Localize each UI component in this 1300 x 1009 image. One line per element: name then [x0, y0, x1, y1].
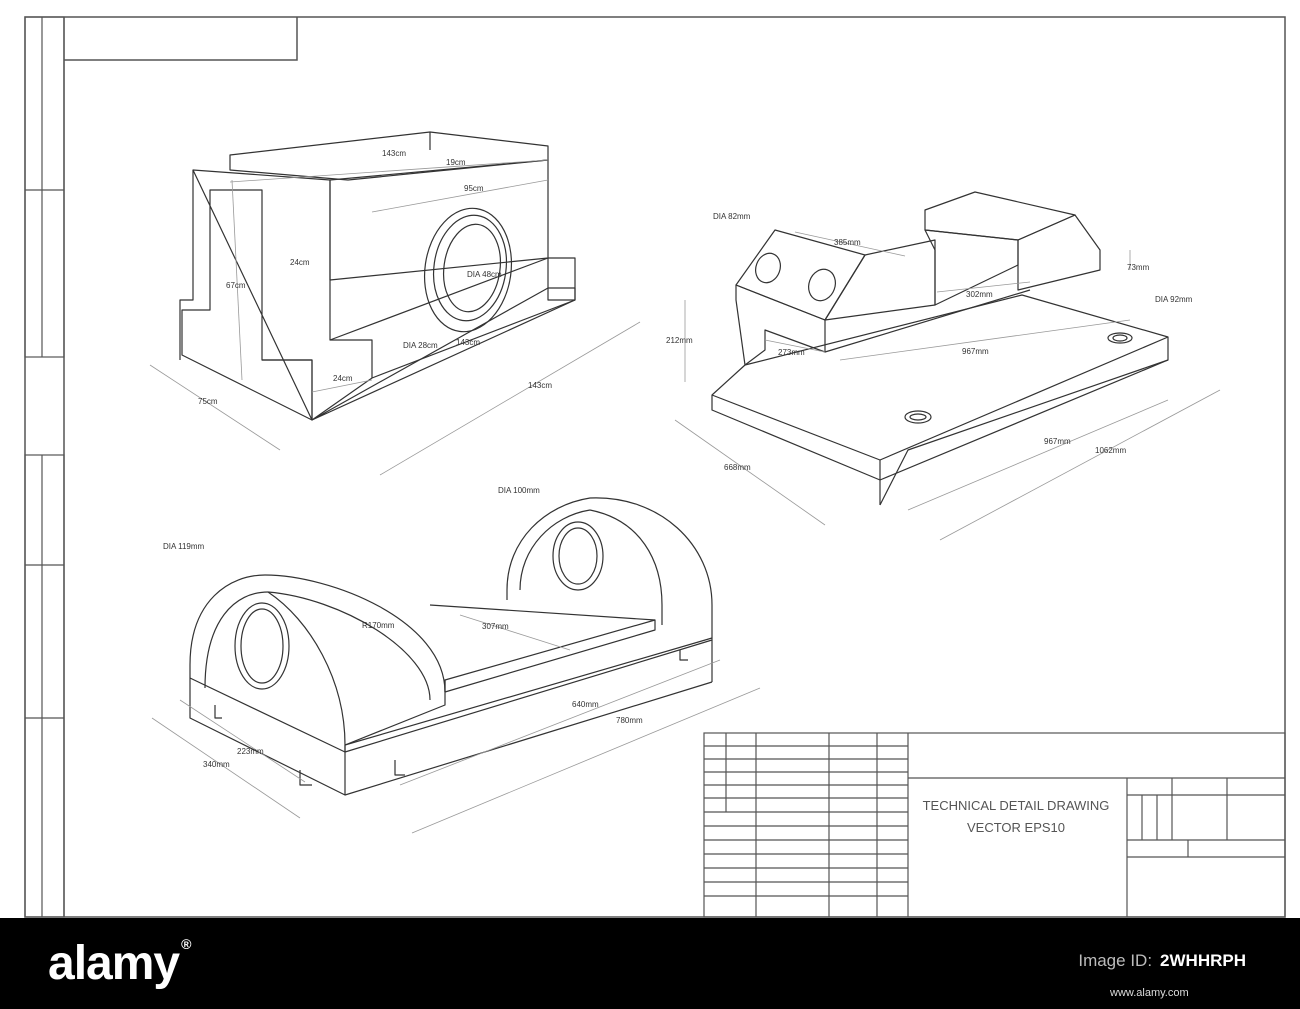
dim-cradle-depth: 340mm: [203, 760, 230, 769]
dim-cradle-radius: R170mm: [362, 621, 395, 630]
title-line-1: TECHNICAL DETAIL DRAWING: [923, 798, 1110, 813]
dim-vise-dia-left: DIA 82mm: [713, 212, 751, 221]
technical-drawing-sheet: 143cm 19cm 95cm 24cm 67cm DIA 48cm DIA 2…: [0, 0, 1300, 1009]
dim-vise-jaw-gap: 302mm: [966, 290, 993, 299]
dim-vise-height: 212mm: [666, 336, 693, 345]
dim-vise-slot: 273mm: [778, 348, 805, 357]
dim-bracket-bore: DIA 48cm: [467, 270, 502, 279]
dim-bracket-depth: 75cm: [198, 397, 218, 406]
dim-bracket-step: 24cm: [333, 374, 353, 383]
image-id-block: Image ID: 2WHHRPH: [1078, 951, 1246, 971]
site-url: www.alamy.com: [1110, 987, 1189, 999]
image-id-label: Image ID:: [1078, 951, 1153, 970]
dim-bracket-ring: DIA 28cm: [403, 341, 438, 350]
dim-vise-base-len: 967mm: [1044, 437, 1071, 446]
dim-bracket-top2: 19cm: [446, 158, 466, 167]
image-id-value: 2WHHRPH: [1160, 951, 1246, 970]
dim-vise-inner-len: 967mm: [962, 347, 989, 356]
dim-vise-total-len: 1062mm: [1095, 446, 1126, 455]
dim-cradle-dia-right: DIA 100mm: [498, 486, 540, 495]
registered-mark: ®: [181, 936, 191, 952]
dim-cradle-bed: 307mm: [482, 622, 509, 631]
dim-cradle-total-len: 780mm: [616, 716, 643, 725]
dim-bracket-height: 67cm: [226, 281, 246, 290]
dim-cradle-dia-left: DIA 119mm: [163, 542, 205, 551]
brand-name: alamy: [48, 937, 180, 990]
dim-vise-jaw-h: 73mm: [1127, 263, 1150, 272]
dim-cradle-len: 640mm: [572, 700, 599, 709]
dim-vise-depth: 668mm: [724, 463, 751, 472]
brand-logo: alamy ®: [48, 936, 191, 991]
dim-cradle-width: 223mm: [237, 747, 264, 756]
dim-vise-dia-right: DIA 92mm: [1155, 295, 1193, 304]
title-line-2: VECTOR EPS10: [967, 820, 1065, 835]
dim-vise-top-len: 385mm: [834, 238, 861, 247]
dim-bracket-top1: 143cm: [382, 149, 406, 158]
dim-bracket-inner-len: 95cm: [464, 184, 484, 193]
dim-bracket-base-w: 143cm: [456, 338, 480, 347]
dim-bracket-length: 143cm: [528, 381, 552, 390]
dim-bracket-left-w: 24cm: [290, 258, 310, 267]
